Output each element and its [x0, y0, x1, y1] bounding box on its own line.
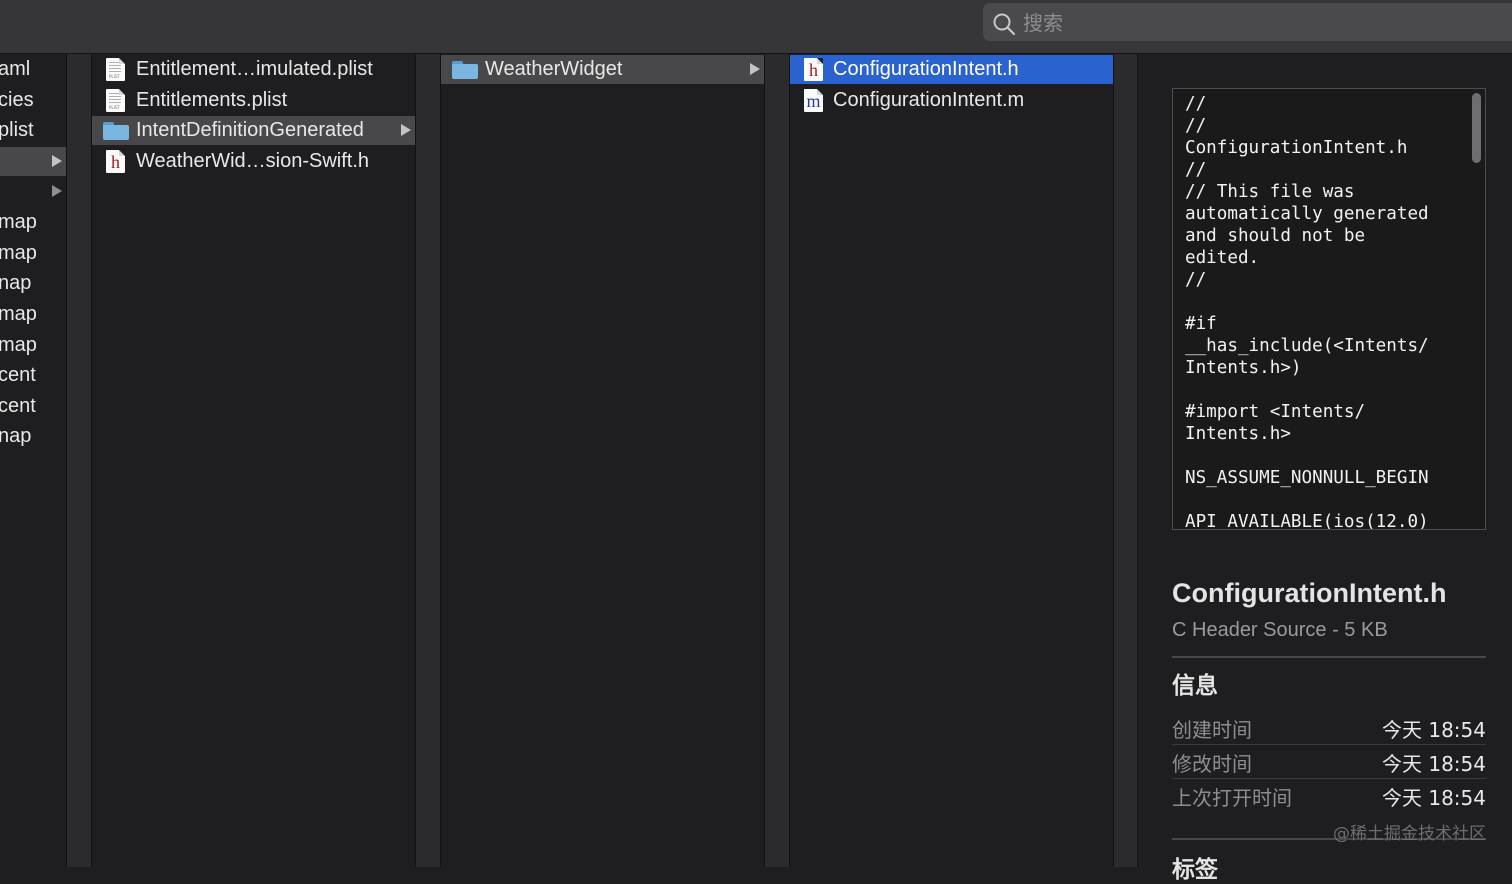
list-item[interactable]: m ConfigurationIntent.m — [790, 86, 1113, 115]
preview-pane: // // ConfigurationIntent.h // // This f… — [1138, 54, 1512, 867]
list-item[interactable]: PLIST Entitlement…imulated.plist — [92, 55, 415, 84]
list-item-selected-folder[interactable] — [0, 147, 66, 176]
list-item[interactable]: map — [0, 239, 66, 268]
list-item[interactable]: plist — [0, 116, 66, 145]
column-resize-handle[interactable] — [764, 54, 790, 867]
column-resize-handle[interactable] — [415, 54, 441, 867]
list-item[interactable]: map — [0, 208, 66, 237]
toolbar — [0, 0, 1512, 54]
list-item[interactable]: cent — [0, 361, 66, 390]
search-icon — [992, 12, 1016, 36]
list-item[interactable]: cies — [0, 86, 66, 115]
code-text: // // ConfigurationIntent.h // // This f… — [1185, 93, 1429, 530]
info-key: 修改时间 — [1172, 748, 1252, 777]
info-value: 今天 18:54 — [1382, 748, 1486, 777]
info-key: 上次打开时间 — [1172, 782, 1292, 811]
list-item[interactable]: map — [0, 331, 66, 360]
list-item[interactable]: cent — [0, 392, 66, 421]
watermark: @稀土掘金技术社区 — [1333, 819, 1486, 844]
tags-section-title: 标签 — [1172, 850, 1218, 884]
list-item[interactable]: nap — [0, 422, 66, 451]
plist-file-icon: PLIST — [106, 89, 125, 112]
folder-icon — [103, 122, 129, 140]
info-value: 今天 18:54 — [1382, 714, 1486, 743]
info-value: 今天 18:54 — [1382, 782, 1486, 811]
list-item[interactable]: nap — [0, 269, 66, 298]
list-item-selected-file[interactable]: h ConfigurationIntent.h — [790, 55, 1113, 84]
scrollbar-thumb[interactable] — [1472, 93, 1481, 163]
chevron-right-icon — [401, 124, 411, 136]
list-item-selected-folder[interactable]: WeatherWidget — [441, 55, 764, 84]
browser-column-4[interactable]: h ConfigurationIntent.h m ConfigurationI… — [790, 54, 1113, 867]
info-section-title: 信息 — [1172, 666, 1218, 700]
chevron-right-icon — [52, 155, 62, 167]
column-resize-handle[interactable] — [66, 54, 92, 867]
column-resize-handle[interactable] — [1113, 54, 1138, 867]
browser-column-3[interactable]: WeatherWidget — [441, 54, 764, 867]
info-row-last-opened: 上次打开时间 今天 18:54 — [1172, 778, 1486, 811]
list-item-selected-folder[interactable]: IntentDefinitionGenerated — [92, 116, 415, 145]
code-preview[interactable]: // // ConfigurationIntent.h // // This f… — [1172, 88, 1486, 530]
header-file-icon: h — [804, 58, 823, 81]
info-row-created: 创建时间 今天 18:54 — [1172, 710, 1486, 743]
list-item-folder[interactable] — [0, 177, 66, 206]
list-item[interactable]: aml — [0, 55, 66, 84]
preview-file-kind: C Header Source - 5 KB — [1172, 619, 1388, 642]
search-input[interactable] — [1021, 7, 1505, 39]
info-key: 创建时间 — [1172, 714, 1252, 743]
chevron-right-icon — [750, 63, 760, 75]
divider — [1172, 656, 1486, 658]
search-field[interactable] — [983, 3, 1512, 41]
objc-source-file-icon: m — [804, 89, 823, 112]
plist-file-icon: PLIST — [106, 58, 125, 81]
list-item[interactable]: map — [0, 300, 66, 329]
preview-file-name: ConfigurationIntent.h — [1172, 578, 1446, 609]
header-file-icon: h — [106, 150, 125, 173]
info-row-modified: 修改时间 今天 18:54 — [1172, 744, 1486, 777]
folder-icon — [452, 61, 478, 79]
chevron-right-icon — [52, 185, 62, 197]
browser-column-1[interactable]: aml cies plist map map nap map map cent … — [0, 54, 66, 867]
list-item[interactable]: PLIST Entitlements.plist — [92, 86, 415, 115]
browser-column-2[interactable]: PLIST Entitlement…imulated.plist PLIST E… — [92, 54, 415, 867]
list-item[interactable]: h WeatherWid…sion-Swift.h — [92, 147, 415, 176]
